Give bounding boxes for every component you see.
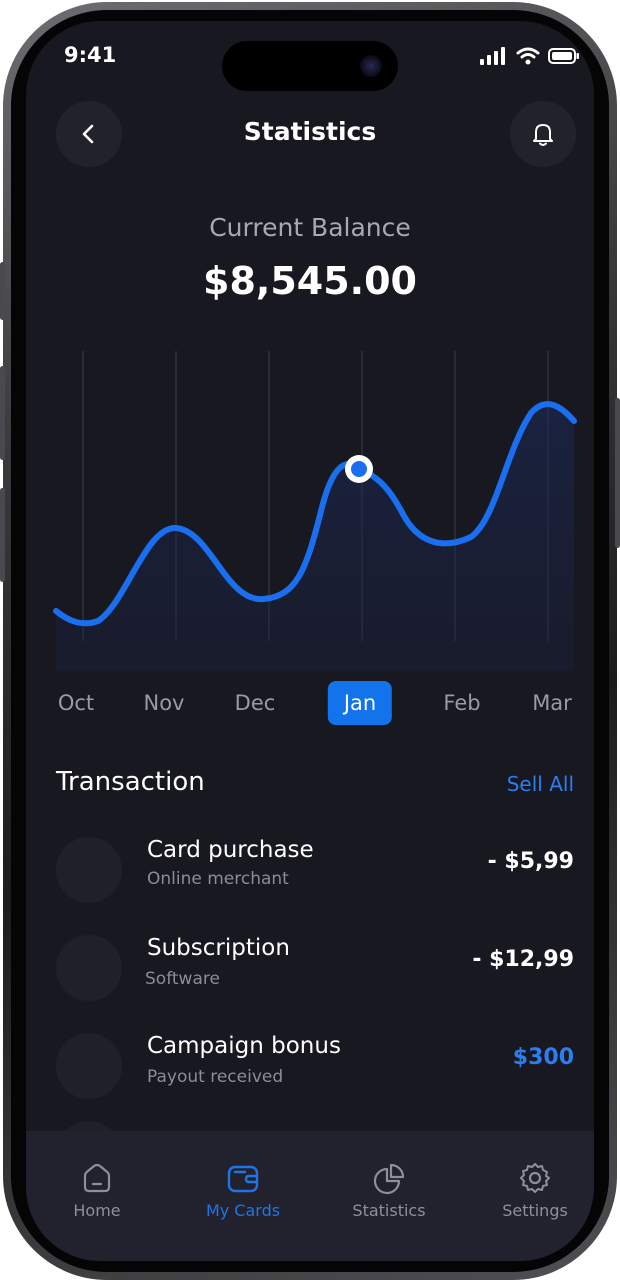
- page-title: Statistics: [243, 117, 377, 146]
- bell-icon: [533, 124, 553, 146]
- month-oct[interactable]: Oct: [44, 681, 108, 725]
- nav-label: Settings: [502, 1201, 568, 1220]
- transaction-avatar: [56, 935, 122, 1001]
- notification-button[interactable]: [510, 101, 576, 167]
- camera-icon: [360, 55, 382, 77]
- balance-value: $8,545.00: [203, 259, 417, 303]
- nav-label: Home: [73, 1201, 121, 1220]
- transaction-row[interactable]: Card purchase Online merchant - $5,99: [26, 829, 594, 909]
- balance-chart: [53, 351, 577, 671]
- action-button: [0, 262, 5, 320]
- transaction-amount: - $5,99: [487, 849, 574, 874]
- month-feb[interactable]: Feb: [429, 681, 494, 725]
- nav-settings[interactable]: Settings: [475, 1161, 594, 1220]
- balance-label: Current Balance: [209, 213, 411, 242]
- month-dec[interactable]: Dec: [221, 681, 290, 725]
- nav-statistics[interactable]: Statistics: [329, 1161, 449, 1220]
- transaction-title: Subscription: [147, 935, 290, 961]
- wifi-icon: [516, 47, 540, 65]
- nav-home[interactable]: Home: [37, 1161, 157, 1220]
- month-jan[interactable]: Jan: [327, 681, 393, 725]
- month-selector: Oct Nov Dec Jan Feb Mar: [26, 681, 594, 725]
- see-all-link[interactable]: Sell All: [507, 772, 574, 796]
- volume-down-button: [0, 488, 5, 582]
- nav-label: Statistics: [352, 1201, 426, 1220]
- signal-icon: [480, 47, 505, 65]
- transaction-subtitle: Software: [145, 969, 220, 989]
- power-button: [615, 398, 620, 548]
- transaction-row[interactable]: Subscription Software - $12,99: [26, 927, 594, 1007]
- nav-label: My Cards: [205, 1201, 281, 1220]
- transaction-amount: $300: [512, 1045, 574, 1070]
- month-nov[interactable]: Nov: [130, 681, 199, 725]
- status-time: 9:41: [64, 43, 117, 67]
- transaction-subtitle: Payout received: [147, 1067, 284, 1087]
- wallet-icon: [227, 1165, 259, 1193]
- transactions-title: Transaction: [56, 767, 205, 797]
- transaction-title: Card purchase: [147, 837, 314, 863]
- bottom-nav: Home My Cards Statistics Settings: [26, 1131, 594, 1261]
- nav-my-cards[interactable]: My Cards: [183, 1161, 303, 1220]
- battery-icon: [548, 48, 579, 64]
- transaction-avatar: [56, 837, 122, 903]
- transaction-row[interactable]: Campaign bonus Payout received $300: [26, 1025, 594, 1105]
- pie-chart-icon: [373, 1163, 405, 1195]
- volume-up-button: [0, 366, 5, 460]
- transaction-amount: - $12,99: [472, 947, 574, 972]
- status-icons: [480, 47, 580, 65]
- transaction-subtitle: Online merchant: [147, 869, 289, 889]
- transaction-title: Campaign bonus: [147, 1033, 341, 1059]
- home-icon: [83, 1163, 111, 1193]
- gear-icon: [520, 1163, 550, 1193]
- dynamic-island: [222, 41, 398, 91]
- selected-point-center: [351, 461, 367, 477]
- month-mar[interactable]: Mar: [518, 681, 586, 725]
- transaction-avatar: [56, 1033, 122, 1099]
- app-screen: 9:41 Statistics Current Balance $8,545.0…: [26, 21, 594, 1261]
